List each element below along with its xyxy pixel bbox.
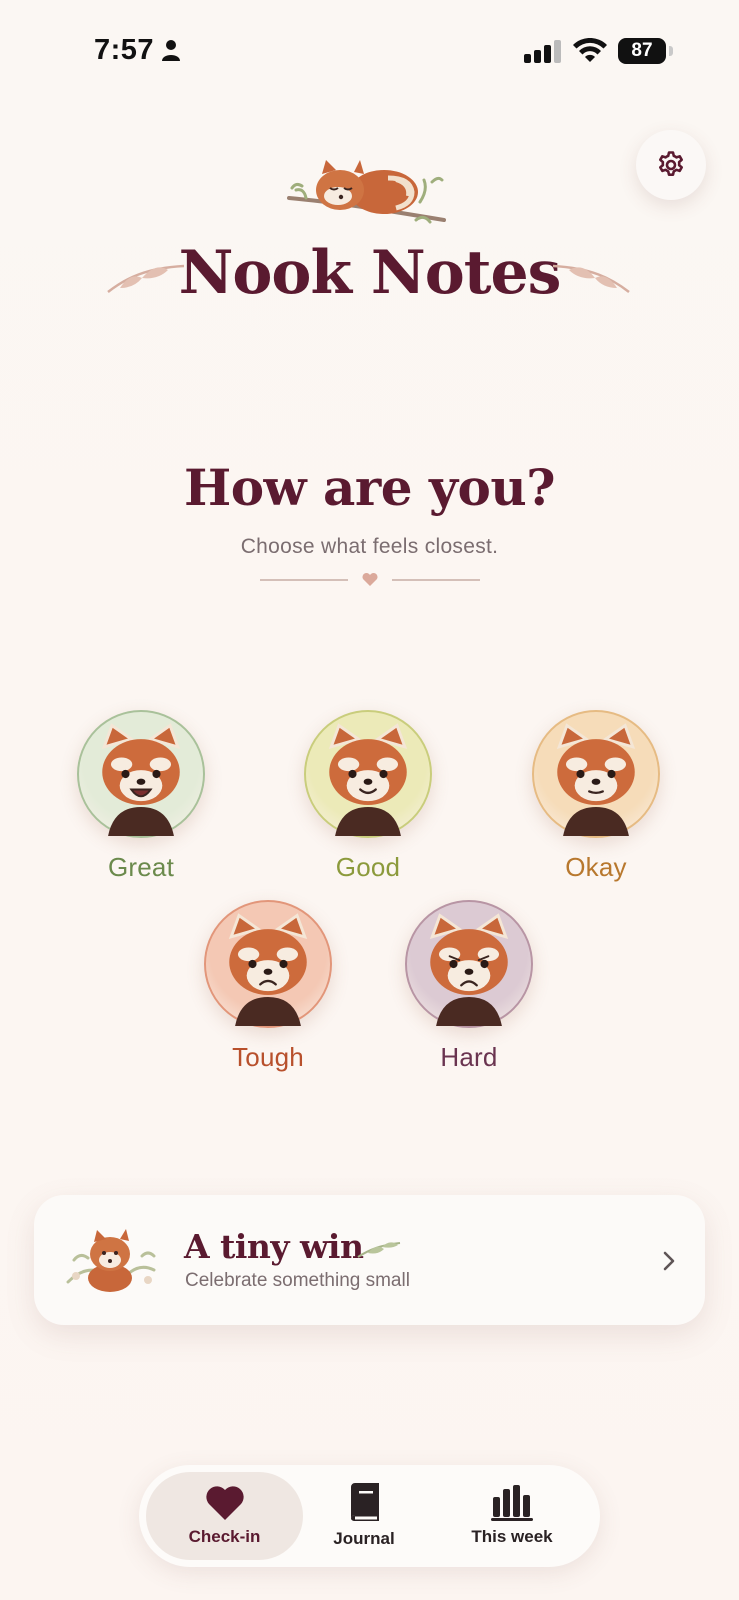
nav-label-this-week: This week xyxy=(471,1527,553,1546)
mood-option-hard[interactable]: Hard xyxy=(389,900,549,1073)
mood-option-okay[interactable]: Okay xyxy=(516,710,676,883)
bottom-navigation-bar: Check-in Journal This week xyxy=(139,1465,600,1567)
heart-icon xyxy=(205,1486,244,1520)
sleeping-red-panda-illustration xyxy=(287,160,446,224)
nav-label-journal: Journal xyxy=(333,1529,395,1548)
red-panda-with-flowers-icon xyxy=(66,1229,156,1292)
tiny-win-title: A tiny win xyxy=(184,1227,364,1266)
settings-button[interactable] xyxy=(636,130,706,200)
nav-item-journal[interactable]: Journal xyxy=(305,1472,423,1560)
mood-option-great[interactable]: Great xyxy=(61,710,221,883)
person-icon xyxy=(162,40,180,61)
mood-label-hard: Hard xyxy=(440,1042,498,1072)
red-panda-laughing-icon xyxy=(77,710,205,838)
tiny-win-card[interactable]: A tiny win Celebrate something small xyxy=(34,1195,705,1325)
battery-level: 87 xyxy=(631,40,653,61)
mood-option-good[interactable]: Good xyxy=(288,710,448,883)
bar-chart-icon xyxy=(491,1485,533,1521)
red-panda-sad-icon xyxy=(405,900,533,1028)
mood-label-good: Good xyxy=(335,852,401,882)
chevron-right-icon xyxy=(663,1251,675,1271)
mood-label-great: Great xyxy=(107,852,175,882)
mood-question-heading: How are you? xyxy=(183,458,556,517)
leaf-icon xyxy=(357,1242,401,1258)
leaf-ornament-right-icon xyxy=(552,264,630,293)
red-panda-neutral-icon xyxy=(532,710,660,838)
mood-label-okay: Okay xyxy=(565,852,627,882)
mood-label-tough: Tough xyxy=(232,1042,304,1072)
tiny-win-subtitle: Celebrate something small xyxy=(185,1270,410,1291)
red-panda-smiling-icon xyxy=(304,710,432,838)
gear-icon xyxy=(659,151,683,176)
red-panda-frowning-icon xyxy=(204,900,332,1028)
wifi-icon xyxy=(573,38,607,62)
heart-divider xyxy=(260,572,480,586)
cellular-signal-icon xyxy=(524,40,561,63)
battery-indicator: 87 xyxy=(618,38,673,64)
small-heart-icon xyxy=(362,572,378,586)
nav-item-this-week[interactable]: This week xyxy=(442,1472,582,1560)
mood-option-tough[interactable]: Tough xyxy=(188,900,348,1073)
nav-label-check-in: Check-in xyxy=(188,1527,261,1546)
nav-item-check-in[interactable]: Check-in xyxy=(146,1472,303,1560)
status-time: 7:57 xyxy=(94,34,155,66)
book-icon xyxy=(351,1483,379,1522)
mood-question-subtitle: Choose what feels closest. xyxy=(240,535,499,558)
